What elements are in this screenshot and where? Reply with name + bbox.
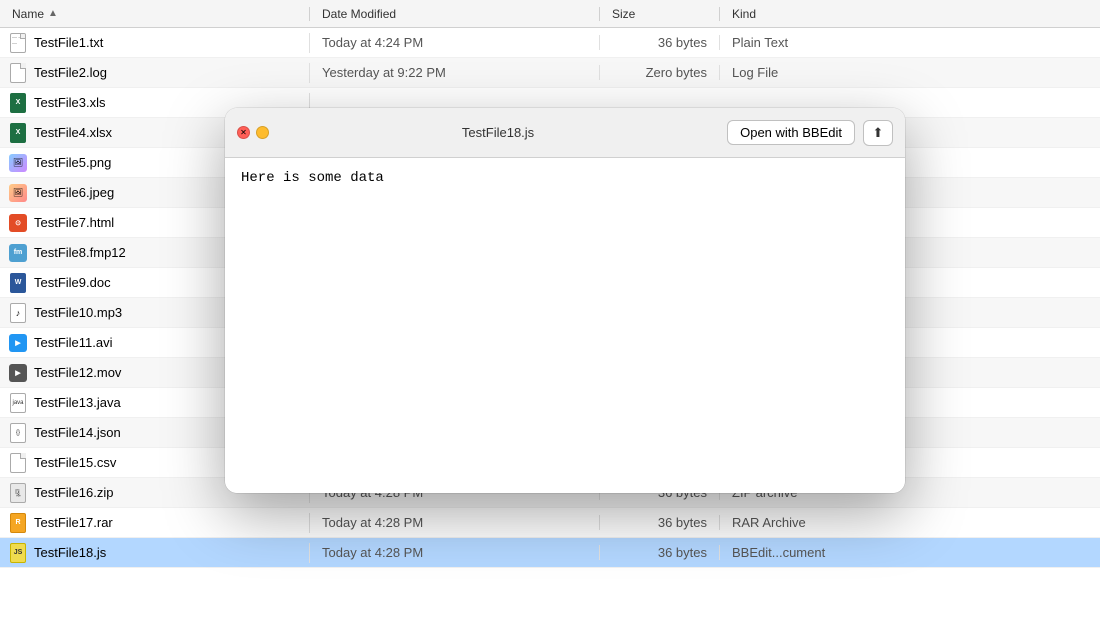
file-name-cell: TestFile2.log — [0, 63, 310, 83]
file-name: TestFile17.rar — [34, 515, 113, 530]
file-type-icon: R — [8, 513, 28, 533]
file-type-icon: java — [8, 393, 28, 413]
column-headers: Name ▲ Date Modified Size Kind — [0, 0, 1100, 28]
file-date-cell: Today at 4:24 PM — [310, 35, 600, 50]
file-name: TestFile13.java — [34, 395, 121, 410]
share-icon: ⬆ — [873, 125, 884, 141]
file-name: TestFile5.png — [34, 155, 111, 170]
col-date-label: Date Modified — [322, 7, 396, 21]
share-button[interactable]: ⬆ — [863, 120, 893, 146]
col-header-kind[interactable]: Kind — [720, 7, 1100, 21]
file-type-icon: ▶ — [8, 363, 28, 383]
file-type-icon: 🗜 — [8, 483, 28, 503]
file-name: TestFile3.xls — [34, 95, 106, 110]
file-name: TestFile18.js — [34, 545, 106, 560]
table-row[interactable]: TestFile2.log Yesterday at 9:22 PM Zero … — [0, 58, 1100, 88]
file-name: TestFile11.avi — [34, 335, 113, 350]
file-name-cell: JS TestFile18.js — [0, 543, 310, 563]
file-size-cell: 36 bytes — [600, 515, 720, 530]
preview-titlebar: ✕ TestFile18.js Open with BBEdit ⬆ — [225, 108, 905, 158]
file-name: TestFile14.json — [34, 425, 121, 440]
file-type-icon: — — — — [8, 33, 28, 53]
file-name: TestFile8.fmp12 — [34, 245, 126, 260]
preview-popup: ✕ TestFile18.js Open with BBEdit ⬆ Here … — [225, 108, 905, 493]
file-kind-cell: Plain Text — [720, 35, 1100, 50]
file-kind-cell: BBEdit...cument — [720, 545, 1100, 560]
file-size-cell: 36 bytes — [600, 545, 720, 560]
file-type-icon — [8, 63, 28, 83]
file-type-icon: ▶ — [8, 333, 28, 353]
file-size-cell: 36 bytes — [600, 35, 720, 50]
file-type-icon: X — [8, 93, 28, 113]
file-name-cell: — — — TestFile1.txt — [0, 33, 310, 53]
file-name: TestFile15.csv — [34, 455, 116, 470]
file-date-cell: Today at 4:28 PM — [310, 515, 600, 530]
file-name: TestFile10.mp3 — [34, 305, 122, 320]
file-name: TestFile4.xlsx — [34, 125, 112, 140]
file-name: TestFile9.doc — [34, 275, 111, 290]
file-date-cell: Yesterday at 9:22 PM — [310, 65, 600, 80]
file-type-icon: ⊙ — [8, 213, 28, 233]
preview-title: TestFile18.js — [277, 125, 719, 140]
col-size-label: Size — [612, 7, 635, 21]
file-type-icon: X — [8, 123, 28, 143]
file-name: TestFile7.html — [34, 215, 114, 230]
table-row[interactable]: JS TestFile18.js Today at 4:28 PM 36 byt… — [0, 538, 1100, 568]
file-name: TestFile12.mov — [34, 365, 121, 380]
minimize-button[interactable] — [256, 126, 269, 139]
finder-window: Name ▲ Date Modified Size Kind — — — Tes… — [0, 0, 1100, 630]
close-button[interactable]: ✕ — [237, 126, 250, 139]
col-header-size[interactable]: Size — [600, 7, 720, 21]
file-type-icon: fm — [8, 243, 28, 263]
preview-content: Here is some data — [225, 158, 905, 493]
file-type-icon: 🖼 — [8, 153, 28, 173]
file-date-cell: Today at 4:28 PM — [310, 545, 600, 560]
file-type-icon: W — [8, 273, 28, 293]
open-with-bbedit-button[interactable]: Open with BBEdit — [727, 120, 855, 145]
file-type-icon: JS — [8, 543, 28, 563]
sort-arrow-icon: ▲ — [48, 8, 58, 19]
file-size-cell: Zero bytes — [600, 65, 720, 80]
table-row[interactable]: R TestFile17.rar Today at 4:28 PM 36 byt… — [0, 508, 1100, 538]
col-kind-label: Kind — [732, 7, 756, 21]
file-kind-cell: RAR Archive — [720, 515, 1100, 530]
table-row[interactable]: — — — TestFile1.txt Today at 4:24 PM 36 … — [0, 28, 1100, 58]
traffic-lights: ✕ — [237, 126, 269, 139]
file-name: TestFile6.jpeg — [34, 185, 114, 200]
col-header-date[interactable]: Date Modified — [310, 7, 600, 21]
file-name: TestFile2.log — [34, 65, 107, 80]
file-name: TestFile16.zip — [34, 485, 113, 500]
file-name-cell: R TestFile17.rar — [0, 513, 310, 533]
preview-text: Here is some data — [241, 170, 889, 186]
file-type-icon: ♪ — [8, 303, 28, 323]
file-type-icon — [8, 453, 28, 473]
file-type-icon: {} — [8, 423, 28, 443]
file-name: TestFile1.txt — [34, 35, 103, 50]
col-header-name[interactable]: Name ▲ — [0, 7, 310, 21]
file-kind-cell: Log File — [720, 65, 1100, 80]
file-type-icon: 🖼 — [8, 183, 28, 203]
col-name-label: Name — [12, 7, 44, 21]
